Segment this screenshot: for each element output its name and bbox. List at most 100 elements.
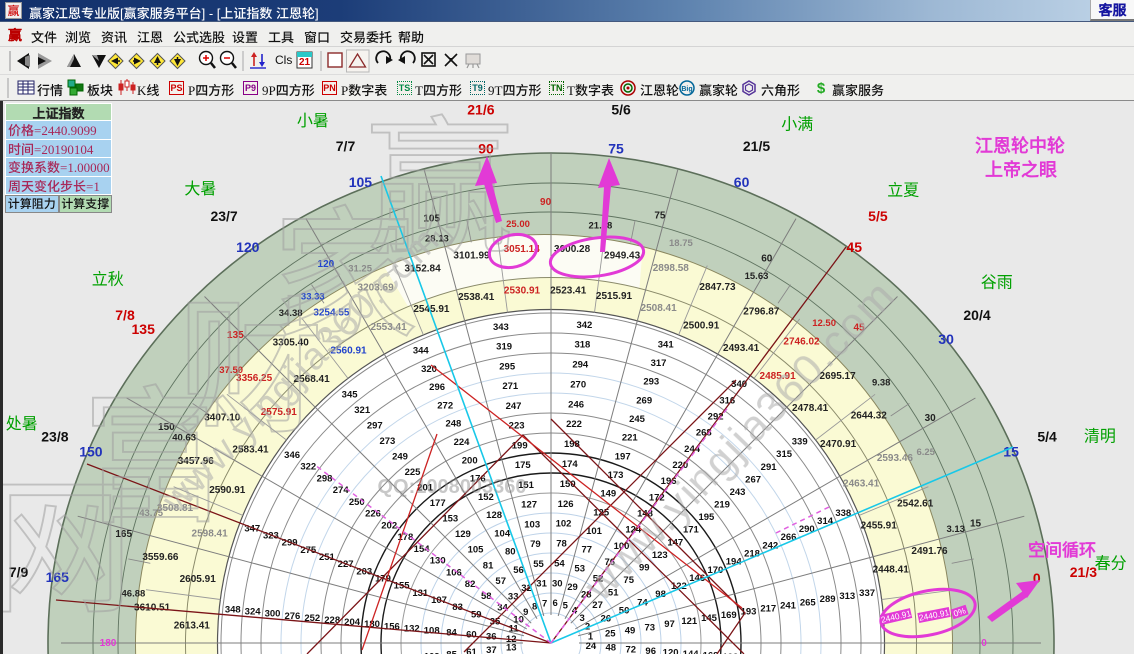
svg-text:267: 267 [745, 474, 761, 485]
svg-text:37: 37 [486, 645, 497, 654]
svg-text:2898.58: 2898.58 [653, 263, 690, 274]
svg-text:2847.73: 2847.73 [699, 282, 736, 293]
svg-text:129: 129 [455, 529, 471, 540]
svg-text:Big: Big [681, 86, 692, 93]
svg-text:2463.41: 2463.41 [843, 479, 880, 490]
svg-text:$: $ [817, 80, 826, 97]
svg-text:2493.41: 2493.41 [723, 343, 760, 354]
svg-text:149: 149 [600, 489, 616, 500]
svg-text:274: 274 [333, 485, 350, 496]
svg-text:9: 9 [523, 607, 528, 618]
svg-text:84: 84 [446, 628, 457, 639]
svg-text:Cls: Cls [275, 53, 292, 67]
svg-text:3559.66: 3559.66 [142, 552, 179, 563]
svg-text:322: 322 [300, 462, 316, 473]
svg-text:241: 241 [780, 601, 797, 612]
svg-text:2515.91: 2515.91 [596, 291, 633, 302]
svg-text:83: 83 [452, 602, 463, 613]
svg-text:15: 15 [1003, 443, 1019, 459]
svg-text:202: 202 [381, 520, 397, 531]
svg-text:127: 127 [521, 500, 537, 511]
svg-text:2523.41: 2523.41 [550, 285, 587, 296]
svg-text:2796.87: 2796.87 [743, 307, 780, 318]
svg-text:82: 82 [465, 579, 476, 590]
svg-text:156: 156 [384, 621, 400, 632]
svg-text:275: 275 [300, 545, 317, 556]
svg-text:2538.41: 2538.41 [458, 292, 495, 303]
svg-text:217: 217 [760, 604, 776, 615]
svg-text:79: 79 [530, 539, 541, 550]
svg-text:313: 313 [839, 591, 855, 602]
svg-text:290: 290 [799, 524, 815, 535]
svg-text:18.75: 18.75 [669, 238, 693, 249]
svg-text:81: 81 [483, 560, 494, 571]
svg-text:23/7: 23/7 [210, 208, 237, 224]
svg-text:199: 199 [512, 441, 528, 452]
svg-text:21/5: 21/5 [743, 138, 770, 154]
svg-text:2530.91: 2530.91 [504, 286, 541, 297]
svg-text:78: 78 [556, 539, 567, 550]
svg-text:77: 77 [582, 545, 593, 556]
svg-text:85: 85 [446, 649, 457, 654]
svg-text:245: 245 [629, 414, 646, 425]
svg-text:大暑: 大暑 [184, 180, 216, 198]
svg-text:21: 21 [299, 57, 311, 68]
svg-text:6.25: 6.25 [916, 447, 935, 458]
svg-text:空间循环: 空间循环 [1028, 540, 1096, 560]
svg-text:2593.46: 2593.46 [877, 453, 914, 464]
svg-text:173: 173 [608, 470, 624, 481]
svg-text:324: 324 [245, 607, 262, 618]
svg-text:72: 72 [626, 644, 637, 654]
svg-text:200: 200 [462, 455, 478, 466]
svg-text:60: 60 [466, 630, 477, 641]
svg-text:219: 219 [714, 500, 730, 511]
svg-text:73: 73 [645, 622, 656, 633]
svg-text:273: 273 [379, 436, 395, 447]
svg-text:224: 224 [454, 437, 471, 448]
svg-text:春分: 春分 [1095, 554, 1127, 572]
svg-text:339: 339 [792, 437, 808, 448]
svg-text:30: 30 [938, 331, 954, 347]
svg-text:谷雨: 谷雨 [981, 274, 1013, 292]
svg-text:2613.41: 2613.41 [174, 620, 211, 631]
svg-text:24: 24 [586, 641, 597, 652]
svg-text:316: 316 [719, 395, 735, 406]
svg-text:247: 247 [506, 401, 522, 412]
svg-text:2500.91: 2500.91 [683, 320, 720, 331]
svg-text:104: 104 [494, 528, 511, 539]
svg-text:343: 343 [493, 322, 509, 333]
svg-text:30: 30 [552, 578, 563, 589]
svg-text:174: 174 [562, 459, 579, 470]
svg-text:168: 168 [703, 651, 719, 654]
svg-text:251: 251 [319, 552, 336, 563]
svg-text:120: 120 [663, 647, 679, 654]
svg-text:250: 250 [349, 497, 365, 508]
svg-text:314: 314 [817, 516, 834, 527]
svg-text:立秋: 立秋 [92, 271, 124, 289]
svg-text:QQ:1008003360: QQ:1008003360 [377, 476, 526, 498]
svg-text:5/6: 5/6 [611, 102, 631, 118]
svg-text:271: 271 [502, 381, 519, 392]
svg-text:立夏: 立夏 [887, 181, 919, 199]
svg-text:2470.91: 2470.91 [820, 439, 857, 450]
svg-text:222: 222 [566, 419, 582, 430]
svg-text:49: 49 [625, 626, 636, 637]
svg-text:5: 5 [563, 601, 569, 612]
svg-text:248: 248 [445, 419, 461, 430]
svg-text:318: 318 [574, 340, 590, 351]
svg-text:3: 3 [579, 613, 584, 624]
svg-text:55: 55 [533, 559, 544, 570]
svg-text:5/4: 5/4 [1037, 429, 1057, 445]
svg-text:348: 348 [225, 605, 241, 616]
svg-text:337: 337 [859, 588, 875, 599]
svg-text:180: 180 [100, 638, 117, 649]
svg-text:5/5: 5/5 [868, 208, 888, 224]
svg-text:网: 网 [0, 467, 134, 632]
svg-text:102: 102 [556, 519, 572, 530]
svg-text:2455.91: 2455.91 [861, 521, 898, 532]
svg-text:15.63: 15.63 [745, 271, 769, 282]
svg-text:7: 7 [542, 599, 547, 610]
svg-text:153: 153 [442, 514, 458, 525]
svg-text:132: 132 [404, 623, 420, 634]
svg-text:15: 15 [970, 519, 982, 530]
